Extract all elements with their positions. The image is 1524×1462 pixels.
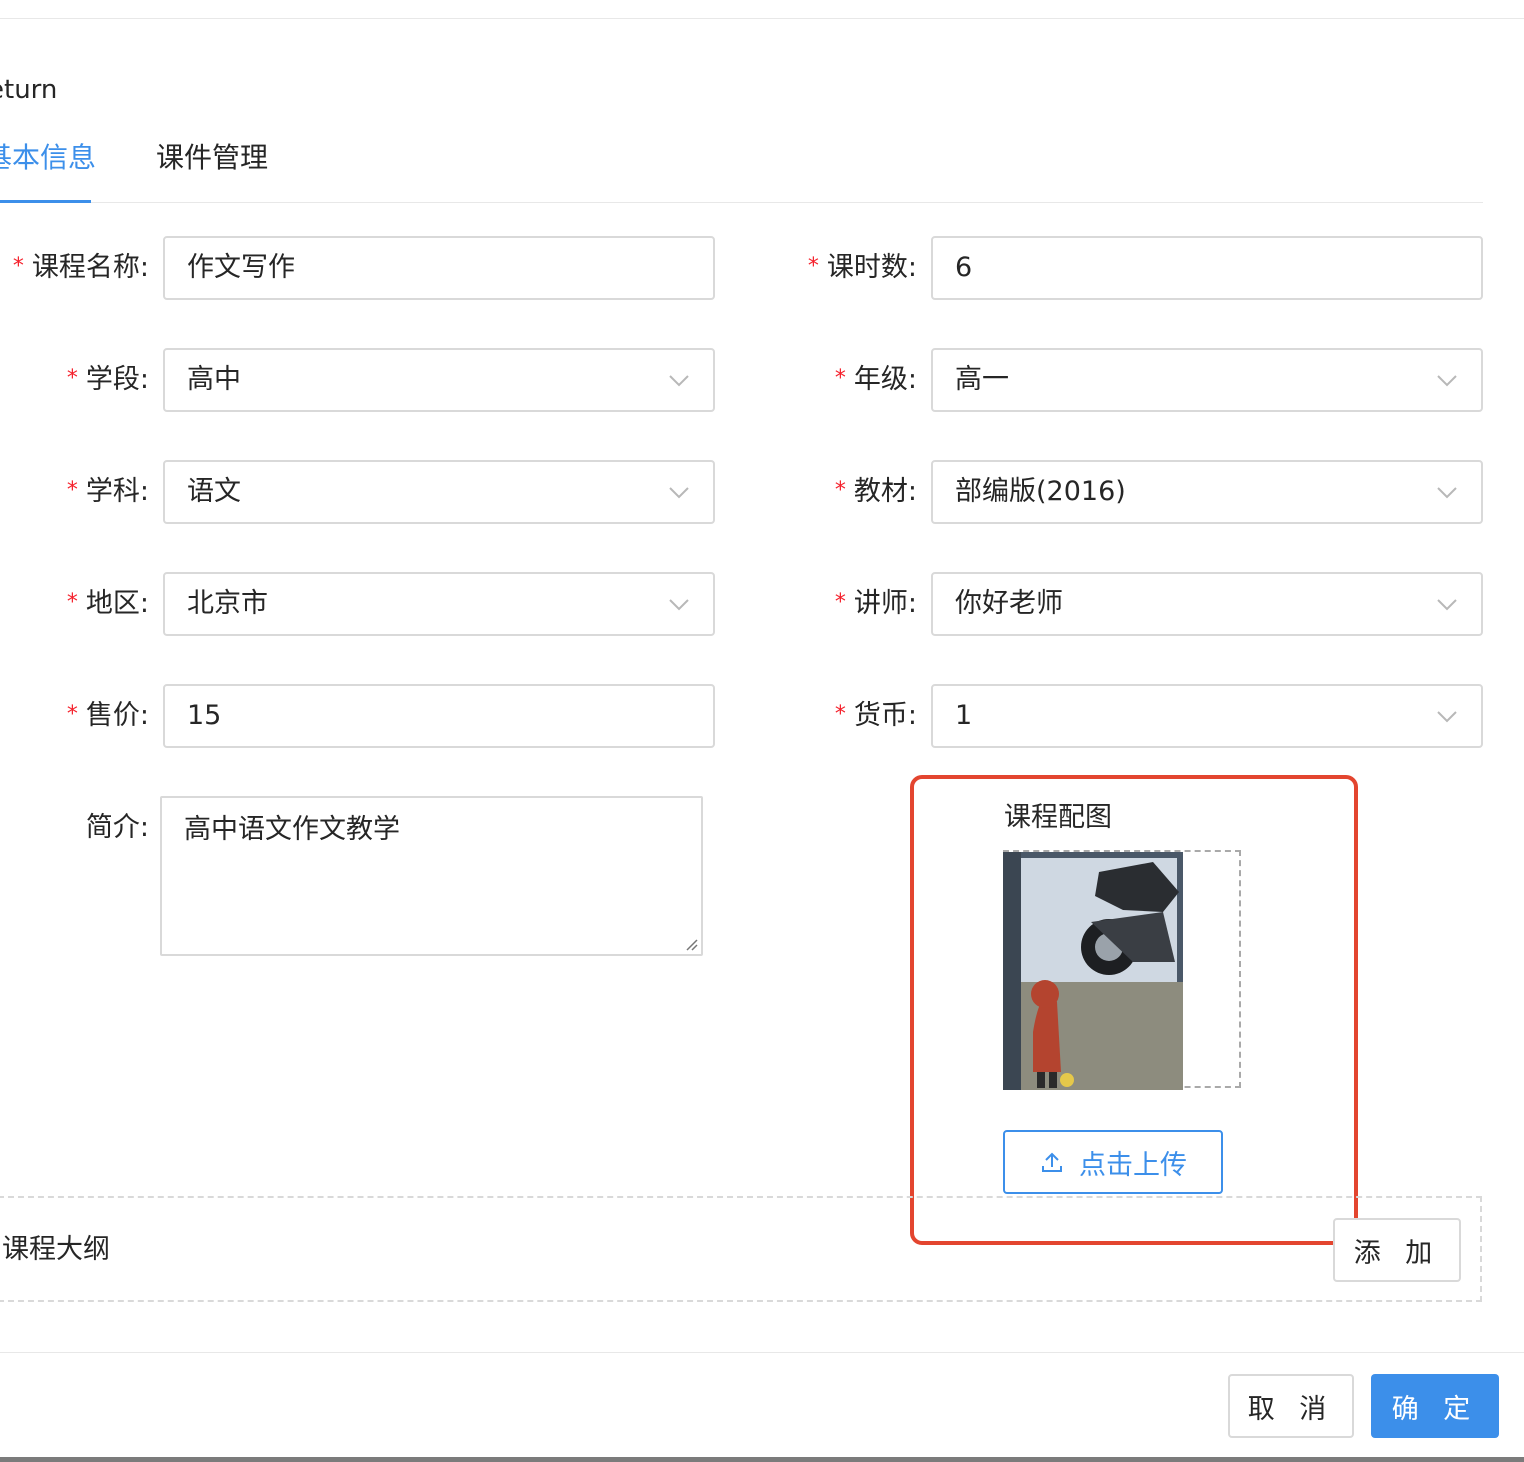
stage-value: 高中 bbox=[187, 364, 241, 395]
cancel-button[interactable]: 取 消 bbox=[1228, 1374, 1354, 1438]
required-mark: * bbox=[66, 702, 78, 727]
course-outline-section bbox=[0, 1196, 1482, 1302]
subject-label: * 学科: bbox=[66, 476, 149, 507]
teacher-label: * 讲师: bbox=[834, 588, 917, 619]
upload-button[interactable]: 点击上传 bbox=[1003, 1130, 1223, 1194]
currency-select[interactable]: 1 bbox=[931, 684, 1483, 748]
course-image-thumbnail[interactable] bbox=[1003, 852, 1183, 1090]
subject-value: 语文 bbox=[187, 476, 241, 507]
grade-label: * 年级: bbox=[834, 364, 917, 395]
textbook-label: * 教材: bbox=[834, 476, 917, 507]
top-divider bbox=[0, 18, 1524, 19]
bottom-scrollbar bbox=[0, 1457, 1524, 1462]
chevron-down-icon bbox=[669, 375, 689, 387]
course-name-input[interactable]: 作文写作 bbox=[163, 236, 715, 300]
teacher-value: 你好老师 bbox=[955, 588, 1063, 619]
price-label: * 售价: bbox=[66, 700, 149, 731]
tab-basic-info[interactable]: 基本信息 bbox=[0, 138, 96, 178]
confirm-button[interactable]: 确 定 bbox=[1371, 1374, 1499, 1438]
required-mark: * bbox=[66, 590, 78, 615]
hours-label: * 课时数: bbox=[807, 252, 917, 283]
upload-icon bbox=[1042, 1152, 1062, 1172]
tab-active-indicator bbox=[0, 200, 91, 203]
chevron-down-icon bbox=[669, 599, 689, 611]
teacher-select[interactable]: 你好老师 bbox=[931, 572, 1483, 636]
tabs-divider bbox=[0, 202, 1483, 203]
grade-select[interactable]: 高一 bbox=[931, 348, 1483, 412]
required-mark: * bbox=[66, 478, 78, 503]
required-mark: * bbox=[834, 478, 846, 503]
chevron-down-icon bbox=[1437, 599, 1457, 611]
add-outline-button[interactable]: 添 加 bbox=[1333, 1218, 1461, 1282]
region-select[interactable]: 北京市 bbox=[163, 572, 715, 636]
resize-handle-icon[interactable] bbox=[682, 935, 698, 951]
required-mark: * bbox=[807, 254, 819, 279]
subject-select[interactable]: 语文 bbox=[163, 460, 715, 524]
textbook-select[interactable]: 部编版(2016) bbox=[931, 460, 1483, 524]
price-input[interactable]: 15 bbox=[163, 684, 715, 748]
chevron-down-icon bbox=[1437, 487, 1457, 499]
required-mark: * bbox=[834, 702, 846, 727]
currency-value: 1 bbox=[955, 700, 973, 731]
stage-select[interactable]: 高中 bbox=[163, 348, 715, 412]
required-mark: * bbox=[834, 366, 846, 391]
chevron-down-icon bbox=[669, 487, 689, 499]
currency-label: * 货币: bbox=[834, 700, 917, 731]
chevron-down-icon bbox=[1437, 711, 1457, 723]
region-label: * 地区: bbox=[66, 588, 149, 619]
course-outline-title: 课程大纲 bbox=[2, 1234, 110, 1265]
footer-divider bbox=[0, 1352, 1524, 1353]
required-mark: * bbox=[66, 366, 78, 391]
textbook-value: 部编版(2016) bbox=[955, 476, 1126, 507]
required-mark: * bbox=[834, 590, 846, 615]
intro-textarea[interactable]: 高中语文作文教学 bbox=[160, 796, 703, 956]
course-name-label: * 课程名称: bbox=[12, 252, 149, 283]
intro-label: 简介: bbox=[85, 812, 149, 843]
upload-button-label: 点击上传 bbox=[1079, 1149, 1187, 1181]
chevron-down-icon bbox=[1437, 375, 1457, 387]
course-image-label: 课程配图 bbox=[1004, 802, 1112, 833]
region-value: 北京市 bbox=[187, 588, 268, 619]
hours-input[interactable]: 6 bbox=[931, 236, 1483, 300]
tab-courseware[interactable]: 课件管理 bbox=[156, 138, 268, 178]
intro-value: 高中语文作文教学 bbox=[184, 814, 400, 845]
grade-value: 高一 bbox=[955, 364, 1009, 395]
return-link[interactable]: eturn bbox=[0, 72, 57, 108]
stage-label: * 学段: bbox=[66, 364, 149, 395]
required-mark: * bbox=[12, 254, 24, 279]
